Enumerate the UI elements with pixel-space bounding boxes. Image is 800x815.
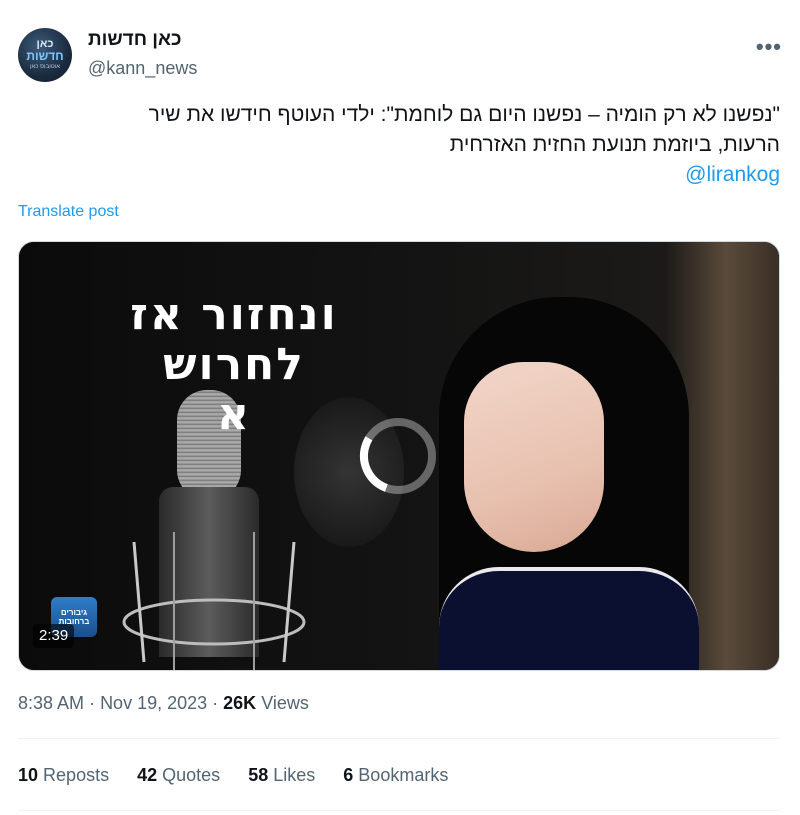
person-shirt bbox=[439, 567, 699, 670]
avatar[interactable]: כאן חדשות אוטובוס כאן bbox=[18, 28, 72, 82]
avatar-text-line3: אוטובוס כאן bbox=[29, 64, 61, 70]
video-caption-line2: לחרוש bbox=[163, 339, 305, 390]
bookmarks-stat[interactable]: 6 Bookmarks bbox=[343, 765, 448, 786]
video-caption: ונחזור אז לחרוש א bbox=[89, 290, 379, 440]
reposts-stat[interactable]: 10 Reposts bbox=[18, 765, 109, 786]
likes-count: 58 bbox=[248, 765, 269, 785]
video-player[interactable]: ונחזור אז לחרוש א גיבורים ברחובות 2:39 bbox=[18, 241, 780, 671]
tweet-text-line2: הרעות, ביוזמת תנועת החזית האזרחית bbox=[449, 133, 780, 156]
tweet-header: כאן חדשות אוטובוס כאן כאן חדשות @kann_ne… bbox=[18, 20, 782, 84]
author-display-name[interactable]: כאן חדשות bbox=[88, 28, 197, 52]
mention-link[interactable]: @lirankog bbox=[18, 160, 780, 190]
bookmarks-label: Bookmarks bbox=[358, 765, 449, 785]
engagement-stats: 10 Reposts 42 Quotes 58 Likes 6 Bookmark… bbox=[18, 765, 448, 786]
avatar-text-line2: חדשות bbox=[26, 49, 64, 63]
loading-spinner-icon bbox=[360, 418, 436, 494]
reposts-label: Reposts bbox=[43, 765, 110, 785]
person-face bbox=[464, 362, 604, 552]
video-caption-line1: ונחזור אז bbox=[130, 289, 338, 340]
divider bbox=[18, 810, 780, 811]
meta-separator: · bbox=[212, 693, 224, 713]
translate-post-link[interactable]: Translate post bbox=[18, 203, 119, 221]
mic-stand bbox=[122, 532, 306, 670]
video-duration: 2:39 bbox=[33, 624, 75, 648]
post-date[interactable]: Nov 19, 2023 bbox=[100, 693, 207, 713]
author-info: כאן חדשות @kann_news bbox=[88, 28, 197, 80]
reposts-count: 10 bbox=[18, 765, 39, 785]
likes-stat[interactable]: 58 Likes bbox=[248, 765, 315, 786]
tweet-text-line1: "נפשנו לא רק הומיה – נפשנו היום גם לוחמת… bbox=[148, 103, 780, 126]
quotes-stat[interactable]: 42 Quotes bbox=[137, 765, 220, 786]
author-handle[interactable]: @kann_news bbox=[88, 56, 197, 80]
post-time[interactable]: 8:38 AM bbox=[18, 693, 84, 713]
views-label: Views bbox=[261, 693, 309, 713]
meta-separator: · bbox=[89, 693, 101, 713]
more-horizontal-icon[interactable]: ••• bbox=[756, 34, 782, 60]
likes-label: Likes bbox=[273, 765, 316, 785]
quotes-label: Quotes bbox=[162, 765, 221, 785]
tweet-text: "נפשנו לא רק הומיה – נפשנו היום גם לוחמת… bbox=[18, 100, 780, 190]
bookmarks-count: 6 bbox=[343, 765, 354, 785]
quotes-count: 42 bbox=[137, 765, 158, 785]
views-count: 26K bbox=[223, 693, 257, 713]
post-meta: 8:38 AM · Nov 19, 2023 · 26K Views bbox=[18, 693, 309, 714]
divider bbox=[18, 738, 780, 739]
video-caption-line3: א bbox=[216, 389, 252, 440]
